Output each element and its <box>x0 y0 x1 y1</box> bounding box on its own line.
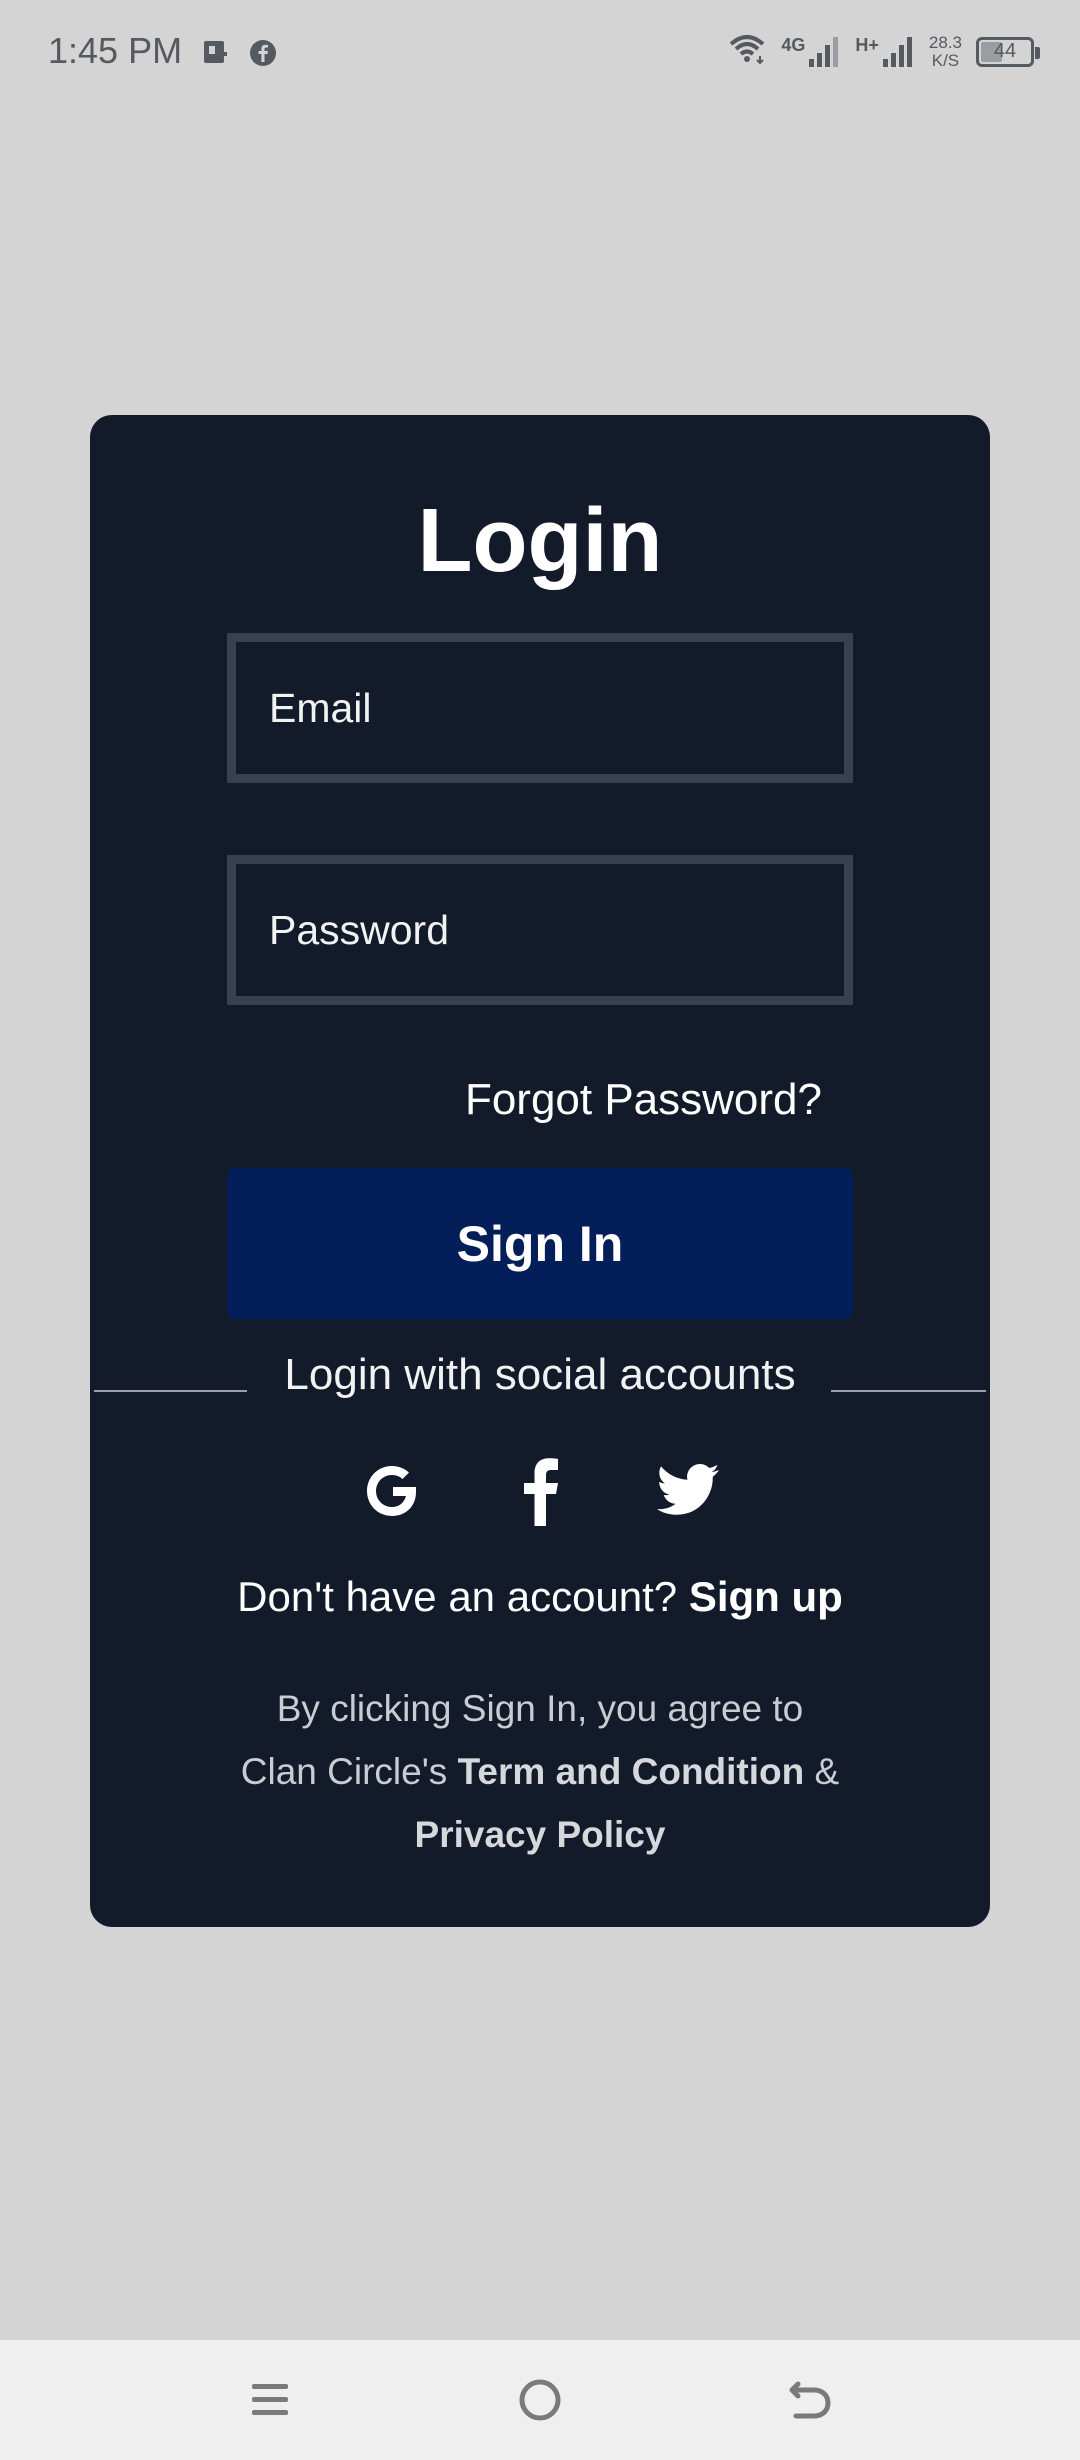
wifi-icon <box>727 32 767 71</box>
page-title: Login <box>417 491 663 591</box>
social-icons-row <box>90 1455 990 1527</box>
social-login-label: Login with social accounts <box>284 1350 796 1399</box>
signal-hplus: H+ <box>855 35 915 69</box>
navigation-bar <box>0 2340 1080 2460</box>
legal-line-3: Privacy Policy <box>90 1803 990 1866</box>
speed-unit: K/S <box>931 50 960 70</box>
facebook-icon[interactable] <box>507 1455 573 1527</box>
signup-link[interactable]: Sign up <box>689 1573 843 1620</box>
twitter-icon[interactable] <box>655 1455 721 1527</box>
email-field[interactable]: Email <box>227 633 853 783</box>
signal-bars-icon <box>882 36 912 67</box>
divider-right <box>831 1390 986 1392</box>
google-icon[interactable] <box>359 1455 425 1527</box>
network-hplus-label: H+ <box>855 34 879 55</box>
status-right-group: 4G H+ 28.3 K/S 44 <box>727 32 1040 71</box>
legal-line-1: By clicking Sign In, you agree to <box>276 1688 804 1729</box>
signal-4g: 4G <box>781 35 841 69</box>
notification-icons <box>200 38 278 73</box>
battery-icon: 44 <box>976 36 1040 67</box>
back-icon[interactable] <box>780 2370 840 2430</box>
home-icon[interactable] <box>510 2370 570 2430</box>
forgot-password-link[interactable]: Forgot Password? <box>465 1075 822 1125</box>
legal-prefix: Clan Circle's <box>240 1751 448 1792</box>
login-card: Login Email Password Forgot Password? Si… <box>90 415 990 1927</box>
signup-prompt: Don't have an account? Sign up <box>90 1573 990 1621</box>
password-field[interactable]: Password <box>227 855 853 1005</box>
network-4g-label: 4G <box>781 34 806 55</box>
battery-level: 44 <box>993 40 1017 62</box>
email-placeholder: Email <box>269 684 372 731</box>
terms-link[interactable]: Term and Condition <box>458 1751 805 1792</box>
status-bar: 1:45 PM 4G H+ 28.3 K/S 44 <box>0 0 1080 110</box>
password-placeholder: Password <box>269 906 450 953</box>
legal-line-2: Clan Circle's Term and Condition & <box>90 1740 990 1803</box>
sim-card-icon <box>200 38 230 73</box>
facebook-notification-icon <box>248 38 278 73</box>
signup-question: Don't have an account? <box>237 1573 678 1620</box>
status-time: 1:45 PM <box>48 30 183 71</box>
privacy-policy-link[interactable]: Privacy Policy <box>415 1814 666 1855</box>
legal-notice: By clicking Sign In, you agree to Clan C… <box>90 1677 990 1866</box>
sign-in-button[interactable]: Sign In <box>227 1168 853 1319</box>
network-speed: 28.3 K/S <box>928 32 962 70</box>
signal-bars-icon <box>809 36 839 67</box>
login-screen: 1:45 PM 4G H+ 28.3 K/S 44 Login Email Pa… <box>0 0 1080 2460</box>
legal-ampersand: & <box>814 1751 840 1792</box>
speed-value: 28.3 <box>928 32 962 52</box>
menu-icon[interactable] <box>240 2370 300 2430</box>
